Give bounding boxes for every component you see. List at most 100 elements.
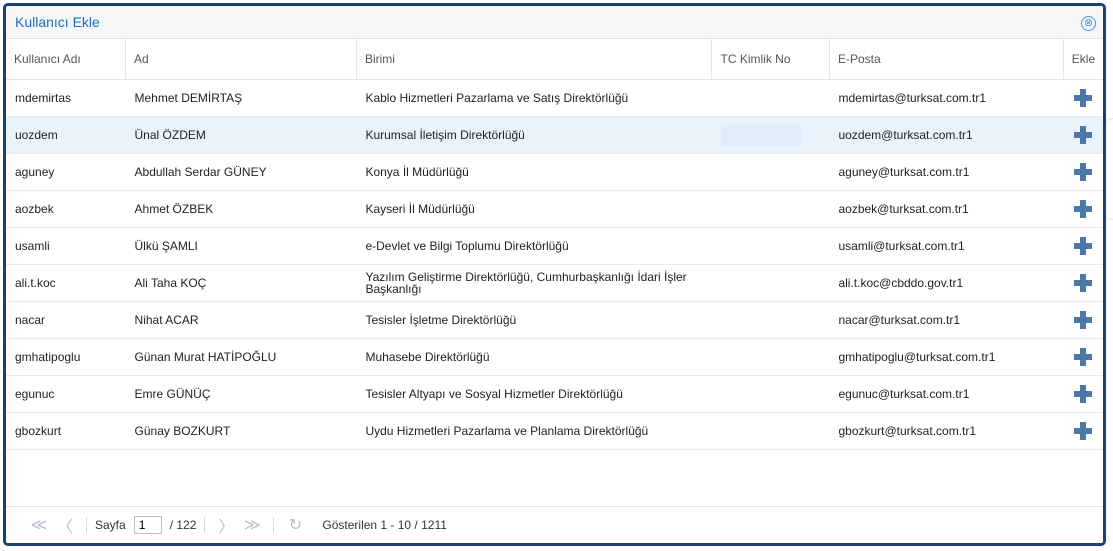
header-unit[interactable]: Birimi bbox=[356, 39, 713, 80]
cell-unit: Kayseri İl Müdürlüğü bbox=[356, 190, 712, 228]
add-user-dialog: Kullanıcı Ekle ⊗ Kullanıcı Adı Ad Birimi… bbox=[3, 3, 1106, 546]
cell-email: aguney@turksat.com.tr1 bbox=[829, 153, 1064, 191]
cell-tc bbox=[711, 227, 830, 265]
cell-tc bbox=[711, 264, 830, 302]
page-number-input[interactable] bbox=[133, 516, 162, 534]
users-table: Kullanıcı Adı Ad Birimi TC Kimlik No E-P… bbox=[6, 39, 1103, 450]
cell-unit: Yazılım Geliştirme Direktörlüğü, Cumhurb… bbox=[356, 264, 712, 302]
cell-add bbox=[1063, 227, 1103, 265]
cell-unit: Tesisler Altyapı ve Sosyal Hizmetler Dir… bbox=[356, 375, 712, 413]
cell-tc bbox=[711, 338, 830, 376]
cell-add bbox=[1063, 116, 1103, 154]
total-pages: / 122 bbox=[169, 518, 197, 532]
pagination-bar: ≪ 〈 Sayfa / 122 〉 ≫ ↻ Gösterilen 1 - 10 … bbox=[6, 506, 1103, 543]
divider bbox=[273, 517, 275, 533]
add-user-plus-icon[interactable] bbox=[1074, 237, 1093, 255]
dialog-titlebar: Kullanıcı Ekle ⊗ bbox=[6, 6, 1103, 39]
cell-username: aozbek bbox=[6, 190, 126, 228]
add-user-plus-icon[interactable] bbox=[1074, 348, 1093, 366]
table-body: mdemirtas Mehmet DEMİRTAŞ Kablo Hizmetleri… bbox=[6, 79, 1103, 450]
cell-email: gbozkurt@turksat.com.tr1 bbox=[829, 412, 1064, 450]
table-row[interactable]: ali.t.koc Ali Taha KOÇ Yazılım Geliştirme … bbox=[6, 264, 1103, 302]
table-row[interactable]: mdemirtas Mehmet DEMİRTAŞ Kablo Hizmetleri… bbox=[6, 79, 1103, 117]
cell-unit: e-Devlet ve Bilgi Toplumu Direktörlüğü bbox=[356, 227, 712, 265]
cell-unit: Kablo Hizmetleri Pazarlama ve Satış Dire… bbox=[356, 79, 712, 117]
next-page-icon[interactable]: 〉 bbox=[213, 513, 239, 537]
table-row[interactable]: aozbek Ahmet ÖZBEK Kayseri İl Müdürlüğü aoz… bbox=[6, 190, 1103, 228]
cell-unit: Uydu Hizmetleri Pazarlama ve Planlama Di… bbox=[356, 412, 712, 450]
refresh-icon[interactable]: ↻ bbox=[282, 515, 308, 535]
prev-page-icon[interactable]: 〈 bbox=[52, 513, 78, 537]
cell-email: usamli@turksat.com.tr1 bbox=[829, 227, 1064, 265]
last-page-icon[interactable]: ≫ bbox=[239, 515, 265, 535]
cell-tc bbox=[711, 153, 830, 191]
cell-username: nacar bbox=[6, 301, 126, 339]
table-row[interactable]: nacar Nihat ACAR Tesisler İşletme Direktör… bbox=[6, 301, 1103, 339]
table-header-row: Kullanıcı Adı Ad Birimi TC Kimlik No E-P… bbox=[6, 39, 1103, 80]
header-email[interactable]: E-Posta bbox=[829, 39, 1064, 80]
cell-username: gbozkurt bbox=[6, 412, 126, 450]
cell-tc bbox=[711, 412, 830, 450]
add-user-plus-icon[interactable] bbox=[1074, 422, 1093, 440]
first-page-icon[interactable]: ≪ bbox=[26, 515, 52, 535]
cell-username: ali.t.koc bbox=[6, 264, 126, 302]
add-user-plus-icon[interactable] bbox=[1074, 126, 1093, 144]
cell-add bbox=[1063, 375, 1103, 413]
table-row[interactable]: gbozkurt Günay BOZKURT Uydu Hizmetleri Paz… bbox=[6, 412, 1103, 450]
header-name[interactable]: Ad bbox=[125, 39, 357, 80]
divider bbox=[86, 517, 87, 533]
cell-email: gmhatipoglu@turksat.com.tr1 bbox=[829, 338, 1064, 376]
tc-field bbox=[720, 124, 801, 146]
table-row[interactable]: aguney Abdullah Serdar GÜNEY Konya İl Müdü… bbox=[6, 153, 1103, 191]
add-user-plus-icon[interactable] bbox=[1074, 163, 1093, 181]
cell-email: mdemirtas@turksat.com.tr1 bbox=[829, 79, 1064, 117]
cell-unit: Konya İl Müdürlüğü bbox=[356, 153, 712, 191]
table-row[interactable]: uozdem Ünal ÖZDEM Kurumsal İletişim Direkt… bbox=[6, 116, 1103, 154]
cell-unit: Tesisler İşletme Direktörlüğü bbox=[356, 301, 712, 339]
cell-name: Nihat ACAR bbox=[125, 301, 357, 339]
cell-tc bbox=[711, 190, 830, 228]
cell-name: Günan Murat HATİPOĞLU bbox=[125, 338, 357, 376]
cell-username: gmhatipoglu bbox=[6, 338, 126, 376]
add-user-plus-icon[interactable] bbox=[1074, 274, 1093, 292]
cell-add bbox=[1063, 190, 1103, 228]
table-row[interactable]: usamli Ülkü ŞAMLI e-Devlet ve Bilgi Toplum… bbox=[6, 227, 1103, 265]
dialog-title: Kullanıcı Ekle bbox=[15, 14, 100, 30]
add-user-plus-icon[interactable] bbox=[1074, 89, 1093, 107]
cell-name: Ali Taha KOÇ bbox=[125, 264, 357, 302]
header-add: Ekle bbox=[1063, 39, 1103, 80]
header-username[interactable]: Kullanıcı Adı bbox=[6, 39, 127, 80]
cell-name: Ünal ÖZDEM bbox=[125, 116, 357, 154]
cell-name: Abdullah Serdar GÜNEY bbox=[125, 153, 357, 191]
cell-add bbox=[1063, 264, 1103, 302]
cell-tc bbox=[711, 301, 830, 339]
cell-email: egunuc@turksat.com.tr1 bbox=[829, 375, 1064, 413]
cell-email: ali.t.koc@cbddo.gov.tr1 bbox=[829, 264, 1064, 302]
cell-tc bbox=[711, 79, 830, 117]
cell-tc bbox=[711, 375, 830, 413]
cell-username: egunuc bbox=[6, 375, 126, 413]
cell-unit: Kurumsal İletişim Direktörlüğü bbox=[356, 116, 712, 154]
header-tc[interactable]: TC Kimlik No bbox=[711, 39, 830, 80]
table-row[interactable]: egunuc Emre GÜNÜÇ Tesisler Altyapı ve Sosy… bbox=[6, 375, 1103, 413]
cell-add bbox=[1063, 338, 1103, 376]
cell-username: uozdem bbox=[6, 116, 126, 154]
cell-name: Ülkü ŞAMLI bbox=[125, 227, 357, 265]
cell-unit: Muhasebe Direktörlüğü bbox=[356, 338, 712, 376]
cell-tc bbox=[711, 116, 830, 154]
cell-add bbox=[1063, 79, 1103, 117]
close-icon[interactable]: ⊗ bbox=[1081, 15, 1096, 31]
cell-username: aguney bbox=[6, 153, 126, 191]
cell-name: Emre GÜNÜÇ bbox=[125, 375, 357, 413]
cell-username: mdemirtas bbox=[6, 79, 126, 117]
table-row[interactable]: gmhatipoglu Günan Murat HATİPOĞLU Muhasebe… bbox=[6, 338, 1103, 376]
add-user-plus-icon[interactable] bbox=[1074, 385, 1093, 403]
cell-email: nacar@turksat.com.tr1 bbox=[829, 301, 1064, 339]
cell-email: uozdem@turksat.com.tr1 bbox=[829, 116, 1064, 154]
add-user-plus-icon[interactable] bbox=[1074, 311, 1093, 329]
paging-summary: Gösterilen 1 - 10 / 1211 bbox=[322, 518, 447, 532]
cell-add bbox=[1063, 412, 1103, 450]
add-user-plus-icon[interactable] bbox=[1074, 200, 1093, 218]
cell-email: aozbek@turksat.com.tr1 bbox=[829, 190, 1064, 228]
cell-name: Mehmet DEMİRTAŞ bbox=[125, 79, 357, 117]
